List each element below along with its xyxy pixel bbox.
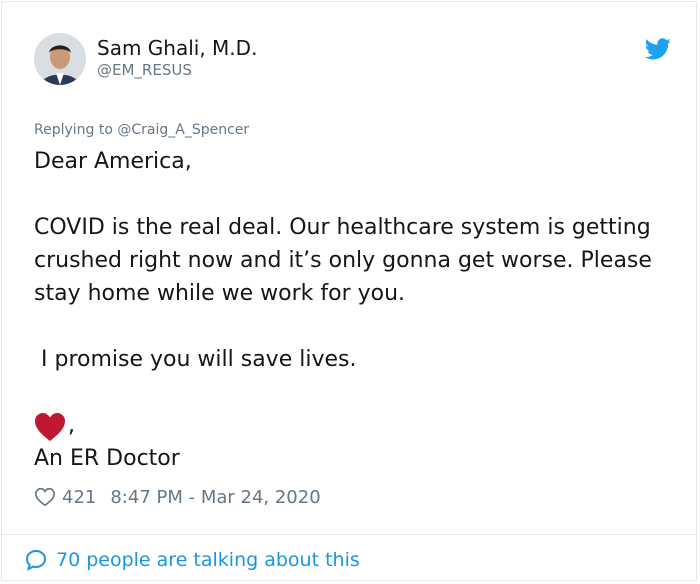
reply-prefix: Replying to [34, 122, 113, 138]
heart-outline-icon[interactable] [34, 486, 56, 508]
heart-line: , [34, 409, 674, 442]
reply-to-link[interactable]: @Craig_A_Spencer [117, 122, 249, 138]
avatar-image [34, 33, 86, 85]
conversation-text[interactable]: 70 people are talking about this [56, 549, 360, 571]
like-count[interactable]: 421 [62, 487, 96, 508]
timestamp[interactable]: 8:47 PM - Mar 24, 2020 [110, 487, 320, 508]
author-name[interactable]: Sam Ghali, M.D. [97, 36, 257, 60]
tweet-signature: An ER Doctor [34, 446, 180, 471]
divider [2, 534, 696, 535]
heart-comma: , [68, 413, 75, 438]
avatar[interactable] [34, 33, 86, 85]
speech-bubble-icon [25, 549, 47, 571]
tweet-meta: 421 8:47 PM - Mar 24, 2020 [34, 486, 321, 508]
conversation-link[interactable]: 70 people are talking about this [24, 548, 360, 572]
tweet-text: Dear America, COVID is the real deal. Ou… [34, 145, 674, 475]
twitter-bird-icon[interactable] [645, 38, 671, 60]
tweet-line-message: COVID is the real deal. Our healthcare s… [34, 215, 659, 306]
red-heart-icon [35, 413, 65, 441]
tweet-line-greeting: Dear America, [34, 149, 192, 174]
author-handle[interactable]: @EM_RESUS [97, 61, 192, 79]
reply-context: Replying to @Craig_A_Spencer [34, 122, 249, 138]
tweet-line-promise: I promise you will save lives. [34, 347, 357, 372]
tweet-card: Sam Ghali, M.D. @EM_RESUS Replying to @C… [1, 1, 697, 581]
